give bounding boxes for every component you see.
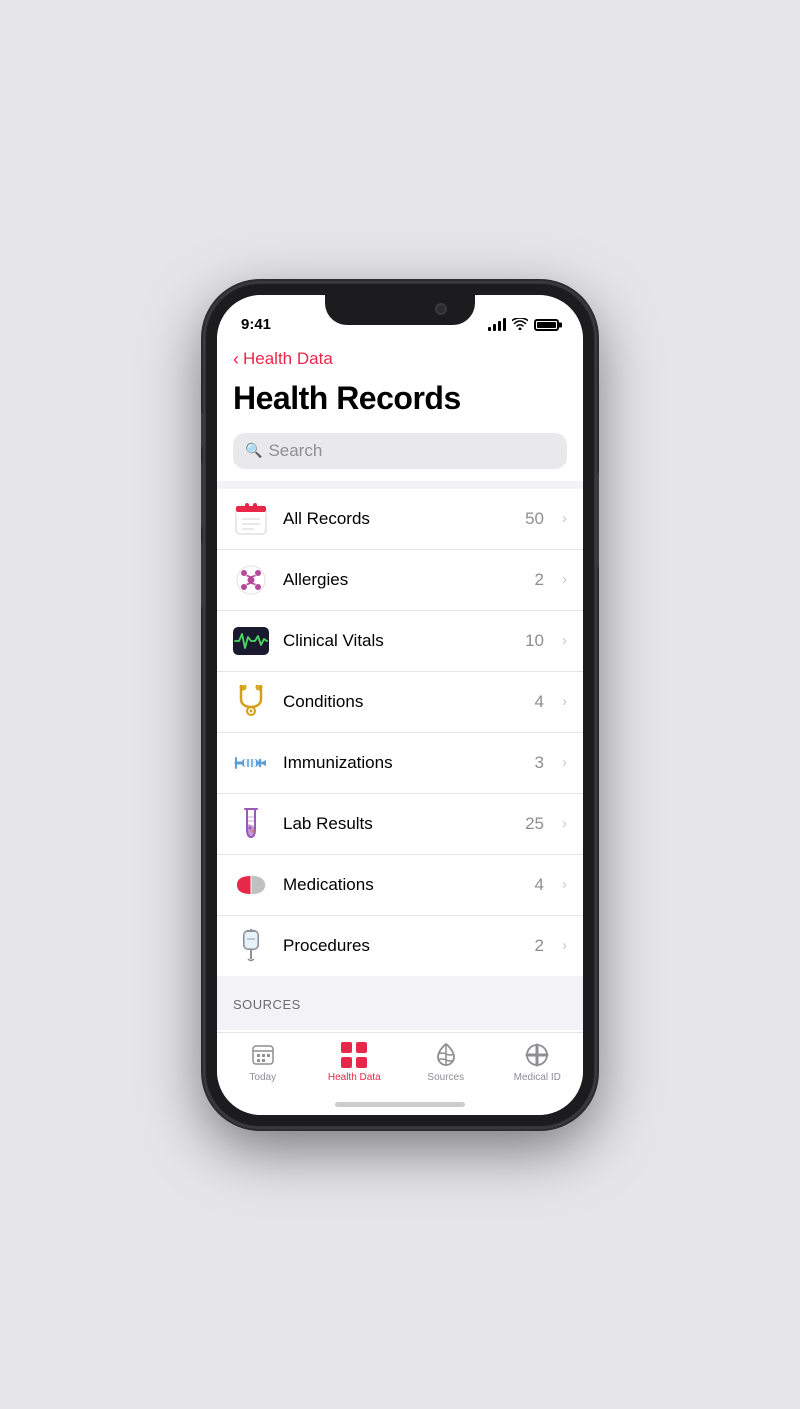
health-data-icon: [340, 1041, 368, 1069]
medical-id-icon: [523, 1041, 551, 1069]
conditions-icon: [233, 684, 269, 720]
tab-today[interactable]: Today: [217, 1041, 309, 1083]
list-item-allergies[interactable]: Allergies 2 ›: [217, 550, 583, 611]
procedures-count: 2: [535, 936, 544, 956]
list-item-procedures[interactable]: Procedures 2 ›: [217, 916, 583, 976]
sources-icon: [432, 1041, 460, 1069]
list-item-conditions[interactable]: Conditions 4 ›: [217, 672, 583, 733]
clinical-vitals-count: 10: [525, 631, 544, 651]
screen: 9:41: [217, 295, 583, 1115]
camera: [435, 303, 447, 315]
all-records-chevron-icon: ›: [562, 510, 567, 527]
clinical-vitals-label: Clinical Vitals: [283, 631, 511, 651]
volume-up-button[interactable]: [201, 463, 205, 528]
health-data-tab-label: Health Data: [328, 1072, 381, 1083]
tab-medical-id[interactable]: Medical ID: [492, 1041, 584, 1083]
medications-label: Medications: [283, 875, 521, 895]
tab-health-data[interactable]: Health Data: [309, 1041, 401, 1083]
search-section: 🔍 Search: [217, 433, 583, 481]
power-button[interactable]: [595, 473, 599, 568]
list-item-immunizations[interactable]: Immunizations 3 ›: [217, 733, 583, 794]
clinical-vitals-chevron-icon: ›: [562, 632, 567, 649]
procedures-chevron-icon: ›: [562, 937, 567, 954]
immunizations-count: 3: [535, 753, 544, 773]
medications-chevron-icon: ›: [562, 876, 567, 893]
phone-body: 9:41: [205, 283, 595, 1127]
conditions-chevron-icon: ›: [562, 693, 567, 710]
page-title-section: Health Records: [217, 376, 583, 433]
today-icon: [249, 1041, 277, 1069]
today-tab-label: Today: [249, 1072, 276, 1083]
list-item-all-records[interactable]: All Records 50 ›: [217, 489, 583, 550]
immunizations-label: Immunizations: [283, 753, 521, 773]
battery-icon: [534, 319, 559, 331]
content-area[interactable]: ‹ Health Data Health Records 🔍 Search: [217, 339, 583, 1032]
medical-id-tab-label: Medical ID: [514, 1072, 561, 1083]
back-label[interactable]: Health Data: [243, 349, 333, 369]
search-icon: 🔍: [245, 442, 262, 459]
signal-icon: [488, 319, 506, 331]
sources-header: SOURCES: [217, 976, 583, 1022]
lab-results-label: Lab Results: [283, 814, 511, 834]
records-list: All Records 50 ›: [217, 489, 583, 976]
medications-count: 4: [535, 875, 544, 895]
list-item-lab-results[interactable]: Lab Results 25 ›: [217, 794, 583, 855]
notch: [325, 295, 475, 325]
allergies-count: 2: [535, 570, 544, 590]
conditions-count: 4: [535, 692, 544, 712]
list-item-clinical-vitals[interactable]: Clinical Vitals 10 ›: [217, 611, 583, 672]
tab-sources[interactable]: Sources: [400, 1041, 492, 1083]
medications-icon: [233, 867, 269, 903]
mute-button[interactable]: [201, 413, 205, 447]
lab-results-icon: [233, 806, 269, 842]
search-bar[interactable]: 🔍 Search: [233, 433, 567, 469]
allergies-chevron-icon: ›: [562, 571, 567, 588]
allergies-icon: [233, 562, 269, 598]
all-records-icon: [233, 501, 269, 537]
clinical-vitals-icon: [233, 623, 269, 659]
status-icons: [488, 318, 559, 333]
all-records-count: 50: [525, 509, 544, 529]
sources-tab-label: Sources: [427, 1072, 464, 1083]
lab-results-count: 25: [525, 814, 544, 834]
sources-section-label: SOURCES: [233, 997, 301, 1012]
conditions-label: Conditions: [283, 692, 521, 712]
immunizations-chevron-icon: ›: [562, 754, 567, 771]
lab-results-chevron-icon: ›: [562, 815, 567, 832]
allergies-label: Allergies: [283, 570, 521, 590]
list-item-medications[interactable]: Medications 4 ›: [217, 855, 583, 916]
phone-wrapper: 9:41: [205, 283, 595, 1127]
wifi-icon: [512, 318, 528, 333]
page-title: Health Records: [233, 380, 567, 417]
all-records-label: All Records: [283, 509, 511, 529]
back-chevron-icon: ‹: [233, 349, 239, 370]
immunizations-icon: [233, 745, 269, 781]
volume-down-button[interactable]: [201, 543, 205, 608]
back-navigation[interactable]: ‹ Health Data: [217, 339, 583, 376]
procedures-label: Procedures: [283, 936, 521, 956]
procedures-icon: [233, 928, 269, 964]
home-indicator: [335, 1102, 465, 1107]
search-placeholder: Search: [268, 441, 322, 461]
